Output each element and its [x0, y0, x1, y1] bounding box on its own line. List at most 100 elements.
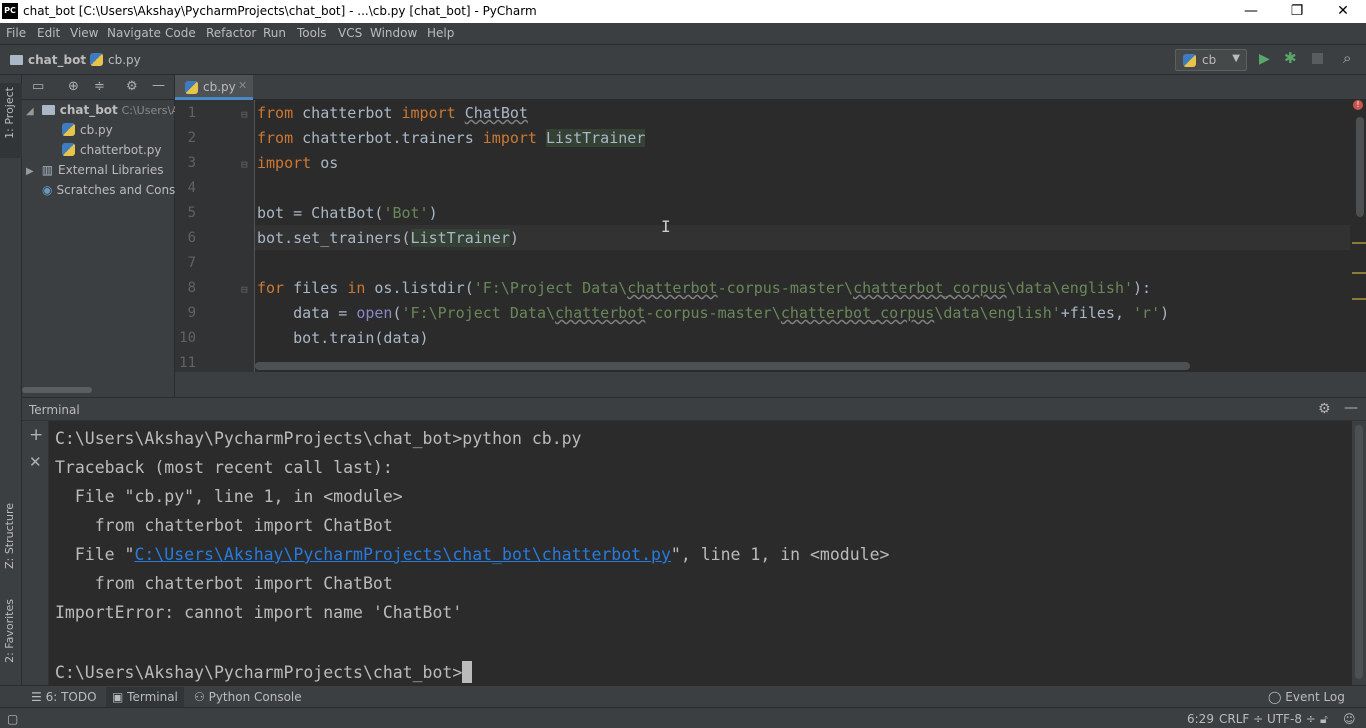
library-icon: ▥	[41, 163, 54, 177]
line-number: 10	[179, 330, 196, 346]
editor-horizontal-scrollbar[interactable]	[255, 362, 1190, 370]
tree-item-file[interactable]: chatterbot.py	[62, 143, 161, 157]
menu-help[interactable]: Help	[427, 26, 454, 40]
menu-navigate[interactable]: Navigate	[107, 26, 161, 40]
menu-window[interactable]: Window	[370, 26, 417, 40]
debug-icon[interactable]: ✱	[1284, 51, 1297, 66]
code-editor[interactable]: from chatterbot import ChatBot from chat…	[255, 100, 1366, 372]
chevron-right-icon: ▶	[26, 166, 34, 177]
menu-file[interactable]: File	[6, 26, 26, 40]
hide-icon[interactable]: —	[1344, 401, 1358, 415]
tab-event-log[interactable]: ◯ Event Log	[1268, 690, 1345, 704]
caret-position[interactable]: 6:29	[1187, 712, 1214, 726]
close-window-button[interactable]: ✕	[1320, 0, 1366, 23]
navigation-bar: chat_bot › cb.py cb ▼ ▶ ✱ ⌕	[0, 45, 1366, 75]
project-panel: ▭ ⊕ ≑ ⚙ — ◢chat_bot C:\Users\Akshay cb.p…	[22, 75, 175, 397]
gear-icon[interactable]: ⚙	[126, 80, 138, 93]
pycharm-icon: PC	[2, 3, 18, 19]
file-link[interactable]: C:\Users\Akshay\PycharmProjects\chat_bot…	[134, 545, 670, 564]
code-line: data = open('F:\Project Data\chatterbot-…	[257, 304, 1170, 322]
tree-item-scratches[interactable]: ◉Scratches and Consoles	[42, 183, 175, 197]
error-stripe-mark[interactable]	[1352, 298, 1366, 300]
menu-bar: File Edit View Navigate Code Refactor Ru…	[0, 23, 1366, 45]
python-file-icon	[90, 53, 103, 66]
menu-vcs[interactable]: VCS	[338, 26, 362, 40]
error-indicator-icon[interactable]: !	[1353, 100, 1363, 110]
window-title: chat_bot [C:\Users\Akshay\PycharmProject…	[23, 4, 537, 18]
folder-icon	[41, 105, 55, 115]
terminal-line: File "cb.py", line 1, in <module>	[55, 487, 403, 506]
hide-icon[interactable]: —	[152, 79, 165, 92]
line-separator[interactable]: CRLF ÷	[1219, 712, 1263, 726]
code-line: from chatterbot import ChatBot	[257, 104, 528, 122]
menu-run[interactable]: Run	[263, 26, 286, 40]
menu-code[interactable]: Code	[165, 26, 196, 40]
tree-item-root[interactable]: ◢chat_bot C:\Users\Akshay	[26, 103, 175, 117]
inspector-icon[interactable]: ☺︎	[1343, 712, 1356, 726]
gear-icon[interactable]: ⚙	[1318, 402, 1331, 416]
editor-vertical-scrollbar[interactable]	[1356, 117, 1364, 217]
event-log-icon: ◯	[1268, 690, 1282, 704]
terminal-line: from chatterbot import ChatBot	[55, 574, 393, 593]
terminal-line: File "C:\Users\Akshay\PycharmProjects\ch…	[55, 545, 890, 564]
restore-button[interactable]: ❐	[1274, 0, 1320, 23]
fold-icon[interactable]: ⊟	[241, 158, 248, 171]
list-icon: ☰	[31, 690, 42, 704]
project-view-icon[interactable]: ▭	[32, 80, 44, 93]
collapse-icon[interactable]: ≑	[94, 80, 105, 93]
terminal-output[interactable]: C:\Users\Akshay\PycharmProjects\chat_bot…	[49, 421, 1352, 685]
line-number: 1	[187, 105, 196, 121]
python-console-icon: ⚇	[194, 690, 205, 704]
plus-icon[interactable]: +	[29, 427, 43, 444]
terminal-scrollbar-thumb[interactable]	[1355, 425, 1363, 679]
search-icon[interactable]: ⌕	[1343, 51, 1351, 66]
tab-structure[interactable]: Z: Structure	[3, 503, 16, 569]
close-icon[interactable]: ✕	[238, 79, 247, 92]
error-stripe-mark[interactable]	[1352, 272, 1366, 274]
menu-tools[interactable]: Tools	[297, 26, 327, 40]
tree-item-file[interactable]: cb.py	[62, 123, 113, 137]
terminal-icon: ▣	[112, 690, 124, 704]
fold-icon[interactable]: ⊟	[241, 283, 248, 296]
tab-todo[interactable]: ☰ 6: TODO	[31, 690, 97, 704]
breadcrumb-project[interactable]: chat_bot	[10, 53, 86, 67]
file-encoding[interactable]: UTF-8 ÷	[1267, 712, 1316, 726]
code-line: bot.train(data)	[257, 329, 429, 347]
code-line: bot = ChatBot('Bot')	[257, 204, 438, 222]
tab-python-console[interactable]: ⚇ Python Console	[194, 690, 302, 704]
breadcrumb-file[interactable]: cb.py	[90, 53, 141, 67]
menu-view[interactable]: View	[70, 26, 98, 40]
error-stripe-mark[interactable]	[1352, 242, 1366, 244]
run-icon[interactable]: ▶	[1259, 52, 1270, 66]
code-line: bot.set_trainers(ListTrainer)	[257, 229, 519, 247]
tab-terminal[interactable]: ▣ Terminal	[106, 687, 184, 707]
tree-item-external-libraries[interactable]: ▶ ▥ External Libraries	[26, 163, 175, 177]
chevron-down-icon: ◢	[26, 106, 34, 117]
close-icon[interactable]: ✕	[29, 455, 42, 470]
terminal-prompt[interactable]: C:\Users\Akshay\PycharmProjects\chat_bot…	[55, 661, 473, 683]
editor-gutter: 1 2 3 4 5 6 7 8 9 10 11 ⊟ ⊟ ⊟	[175, 100, 255, 372]
tab-favorites[interactable]: 2: Favorites	[3, 599, 16, 663]
line-number: 11	[179, 355, 196, 371]
layout-icon[interactable]: ▢	[7, 712, 18, 726]
locate-icon[interactable]: ⊕	[68, 80, 79, 93]
terminal-title: Terminal	[29, 403, 80, 417]
breadcrumb-separator: ›	[79, 53, 84, 67]
chevron-down-icon: ▼	[1232, 53, 1240, 64]
minimize-button[interactable]: —	[1228, 0, 1274, 23]
terminal-header: Terminal ⚙ —	[22, 397, 1366, 421]
run-configuration-select[interactable]: cb ▼	[1175, 49, 1247, 71]
stop-icon[interactable]	[1312, 53, 1323, 64]
editor-tab-cb[interactable]: cb.py ✕	[175, 75, 253, 100]
lock-icon[interactable]: 🔓︎	[1320, 712, 1328, 727]
project-horizontal-scrollbar[interactable]	[22, 387, 92, 393]
tab-project[interactable]: 1: Project	[3, 87, 16, 139]
terminal-scrollbar[interactable]	[1352, 421, 1366, 685]
menu-refactor[interactable]: Refactor	[206, 26, 256, 40]
fold-icon[interactable]: ⊟	[241, 108, 248, 121]
python-file-icon	[62, 123, 75, 136]
menu-edit[interactable]: Edit	[37, 26, 60, 40]
line-number: 2	[187, 130, 196, 146]
line-number: 5	[187, 205, 196, 221]
line-number: 9	[187, 305, 196, 321]
